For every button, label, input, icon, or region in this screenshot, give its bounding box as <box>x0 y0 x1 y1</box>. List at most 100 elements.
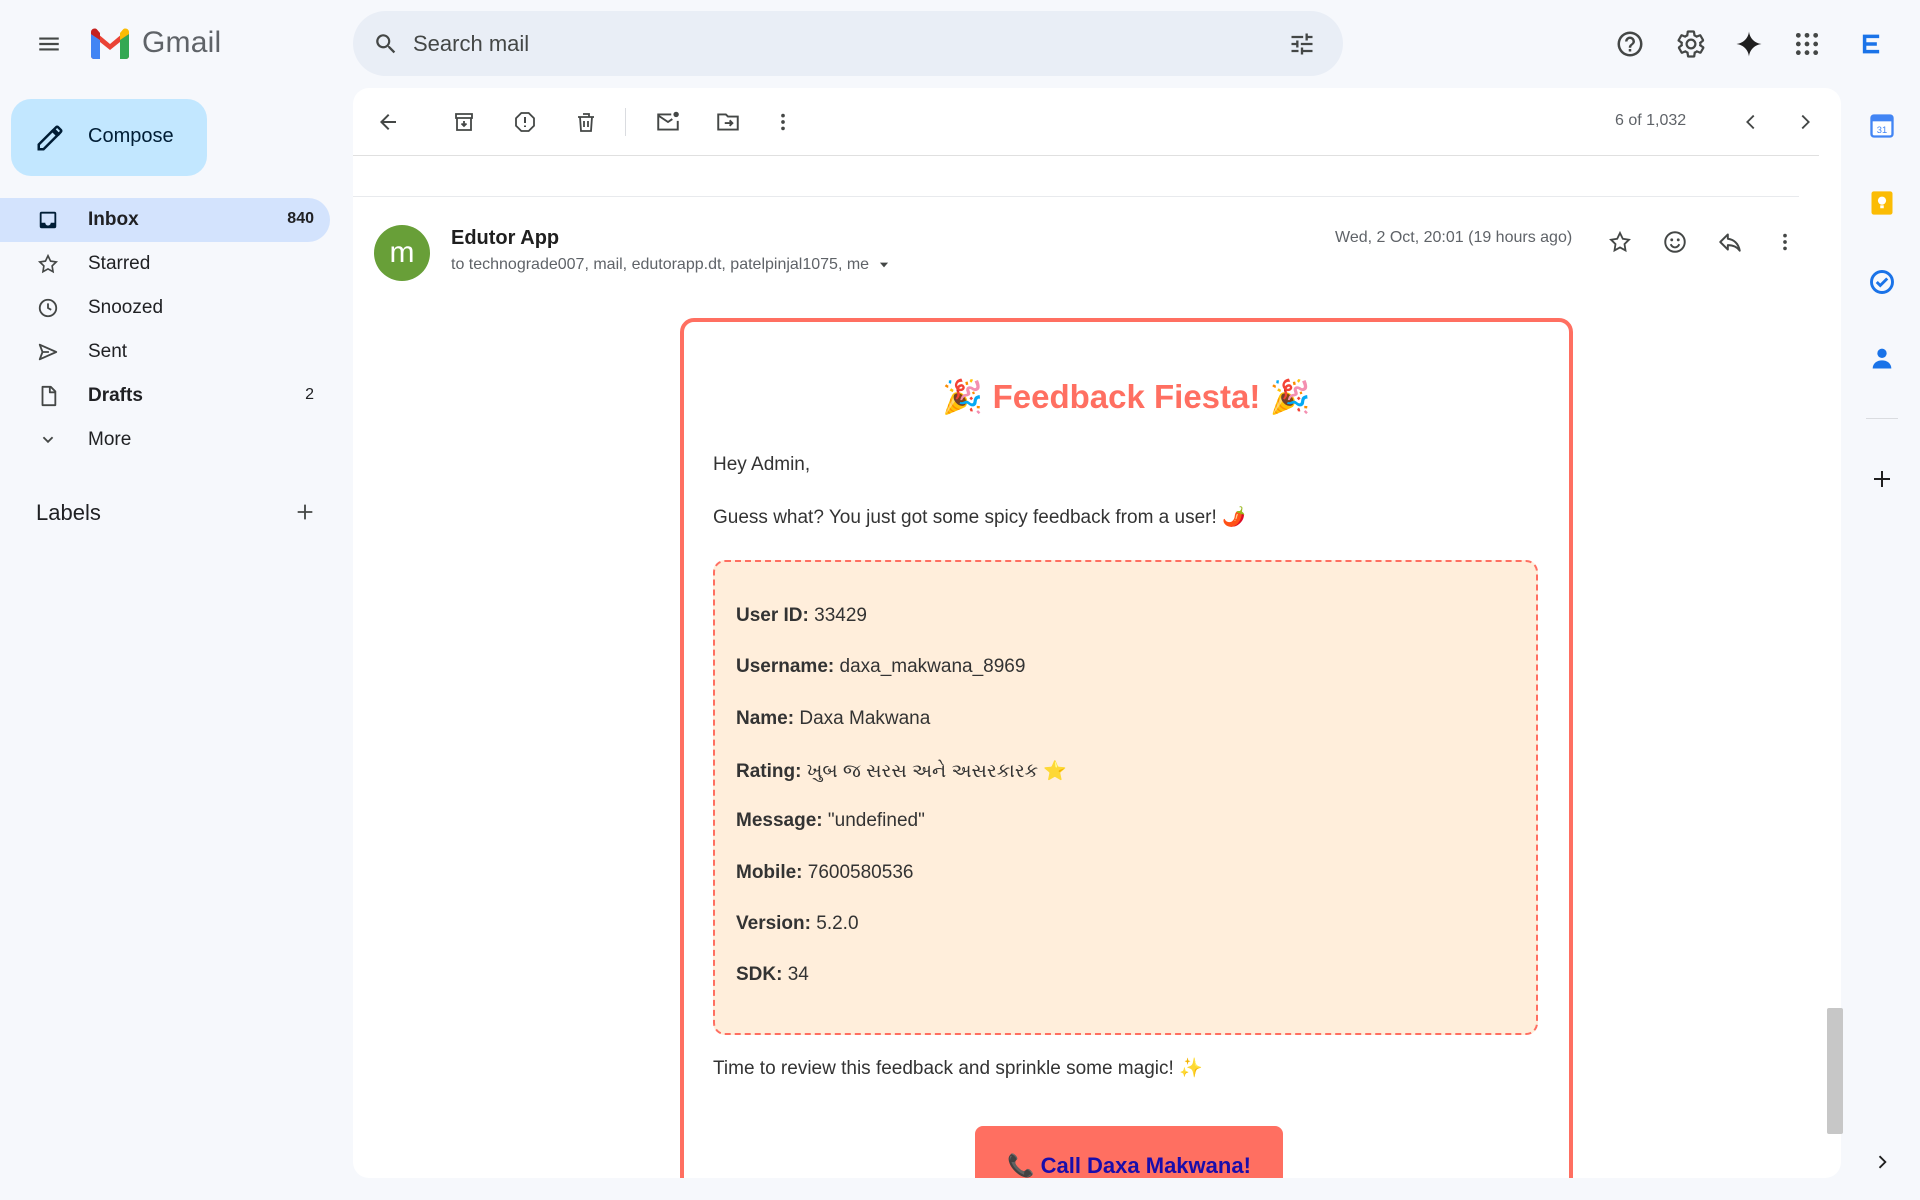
mark-unread-button[interactable] <box>648 102 688 142</box>
back-button[interactable] <box>368 102 408 142</box>
recipients-text: to technograde007, mail, edutorapp.dt, p… <box>451 256 870 273</box>
sidebar-item-label: Drafts <box>88 385 143 406</box>
compose-button[interactable]: Compose <box>11 99 207 176</box>
field-key: Version: <box>736 913 811 934</box>
chevron-right-icon <box>1801 114 1810 130</box>
field-mobile: Mobile: 7600580536 <box>736 862 913 884</box>
message-more-button[interactable] <box>1763 220 1807 264</box>
chevron-right-icon <box>1878 1155 1887 1169</box>
field-value: 33429 <box>814 605 867 626</box>
gmail-logo-text: Gmail <box>142 26 222 59</box>
labels-heading: Labels <box>36 500 101 525</box>
sidebar-item-drafts[interactable]: Drafts 2 <box>0 374 330 418</box>
reply-icon <box>1719 233 1741 252</box>
contacts-app-button[interactable] <box>1862 338 1902 378</box>
top-bar: Gmail <box>0 0 1920 88</box>
field-key: User ID: <box>736 605 809 626</box>
more-vert-icon <box>781 113 785 131</box>
gemini-button[interactable] <box>1726 21 1772 67</box>
drafts-count: 2 <box>305 386 314 403</box>
tasks-check-icon <box>1870 270 1894 294</box>
keep-bulb-icon <box>1871 191 1893 215</box>
message-date: Wed, 2 Oct, 20:01 (19 hours ago) <box>1335 229 1573 246</box>
call-user-button[interactable]: 📞 Call Daxa Makwana! <box>975 1126 1283 1178</box>
report-spam-button[interactable] <box>505 102 545 142</box>
sidebar-nav: Inbox 840 Starred Snoozed Sent Drafts 2 … <box>0 198 330 462</box>
search-button[interactable] <box>369 27 403 61</box>
sender-name[interactable]: Edutor App <box>451 227 559 250</box>
tune-icon <box>1291 33 1313 55</box>
older-button[interactable] <box>1785 102 1825 142</box>
email-outro: Time to review this feedback and sprinkl… <box>713 1058 1203 1079</box>
field-value: daxa_makwana_8969 <box>839 656 1026 677</box>
sidebar-item-snoozed[interactable]: Snoozed <box>0 286 330 330</box>
calendar-app-button[interactable]: 31 <box>1862 106 1902 146</box>
email-greeting: Hey Admin, <box>713 454 811 475</box>
star-icon <box>1609 230 1631 253</box>
sidebar-item-starred[interactable]: Starred <box>0 242 330 286</box>
gear-icon <box>1677 30 1705 58</box>
gmail-logo[interactable]: Gmail <box>88 26 221 60</box>
delete-button[interactable] <box>566 102 606 142</box>
side-panel-divider <box>1866 418 1898 419</box>
newer-button[interactable] <box>1731 102 1771 142</box>
field-key: SDK: <box>736 964 783 985</box>
draft-file-icon <box>36 384 60 408</box>
sidebar-item-inbox[interactable]: Inbox 840 <box>0 198 330 242</box>
reply-button[interactable] <box>1708 220 1752 264</box>
thread-divider <box>353 196 1799 197</box>
recipients-line[interactable]: to technograde007, mail, edutorapp.dt, p… <box>451 256 891 274</box>
unread-count: 840 <box>287 210 314 227</box>
plus-icon <box>297 504 313 520</box>
field-value: ખુબ જ સરસ અને અસરકારક ⭐ <box>806 761 1067 782</box>
tasks-app-button[interactable] <box>1862 262 1902 302</box>
main-menu-button[interactable] <box>26 21 72 67</box>
gmail-m-icon <box>91 28 129 59</box>
search-icon <box>376 34 396 54</box>
field-key: Rating: <box>736 761 802 782</box>
field-message: Message: "undefined" <box>736 810 925 832</box>
inbox-icon <box>36 208 60 232</box>
search-input[interactable] <box>413 11 1273 76</box>
support-button[interactable] <box>1607 21 1653 67</box>
add-reaction-button[interactable] <box>1653 220 1697 264</box>
field-user-id: User ID: 33429 <box>736 605 867 627</box>
report-icon <box>515 112 535 132</box>
keep-app-button[interactable] <box>1862 183 1902 223</box>
field-version: Version: 5.2.0 <box>736 913 859 935</box>
send-icon <box>36 340 60 364</box>
move-folder-icon <box>717 113 739 131</box>
move-to-button[interactable] <box>708 102 748 142</box>
arrow-back-icon <box>380 114 396 130</box>
field-rating: Rating: ખુબ જ સરસ અને અસરકારક ⭐ <box>736 759 1067 783</box>
star-message-button[interactable] <box>1598 220 1642 264</box>
message-toolbar: 6 of 1,032 <box>353 88 1819 156</box>
help-icon <box>1617 31 1643 57</box>
more-actions-button[interactable] <box>763 102 803 142</box>
chevron-down-icon <box>36 428 60 452</box>
sidebar-item-sent[interactable]: Sent <box>0 330 330 374</box>
toolbar-divider <box>625 108 626 136</box>
create-label-button[interactable] <box>291 498 319 526</box>
archive-icon <box>455 113 473 131</box>
field-value: 5.2.0 <box>816 913 859 934</box>
mark-unread-icon <box>657 111 679 131</box>
archive-button[interactable] <box>444 102 484 142</box>
search-bar[interactable] <box>353 11 1343 76</box>
scrollbar-thumb[interactable] <box>1827 1008 1843 1134</box>
show-side-panel-button[interactable] <box>1862 1142 1902 1182</box>
more-vert-icon <box>1783 233 1787 251</box>
calendar-icon: 31 <box>1870 114 1894 138</box>
caret-down-icon <box>879 262 889 268</box>
avatar[interactable]: m <box>374 225 430 281</box>
field-key: Name: <box>736 708 795 729</box>
settings-button[interactable] <box>1668 21 1714 67</box>
field-name: Name: Daxa Makwana <box>736 708 930 730</box>
apps-button[interactable] <box>1784 21 1830 67</box>
account-button[interactable] <box>1848 21 1894 67</box>
sidebar-item-more[interactable]: More <box>0 418 330 462</box>
feedback-details-box: User ID: 33429 Username: daxa_makwana_89… <box>713 560 1538 1035</box>
search-options-button[interactable] <box>1285 27 1319 61</box>
get-addons-button[interactable] <box>1862 459 1902 499</box>
star-icon <box>36 252 60 276</box>
